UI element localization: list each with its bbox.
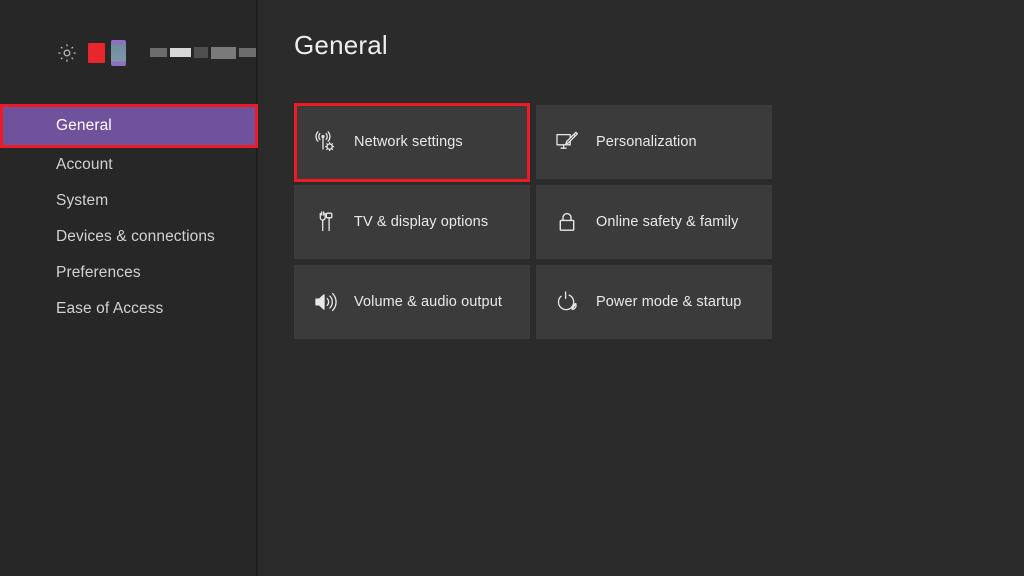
sidebar-item-devices-connections[interactable]: Devices & connections (0, 219, 256, 255)
sidebar-item-account[interactable]: Account (0, 147, 256, 183)
redacted-chip (211, 46, 236, 59)
main-content: General Network settings Personalization… (258, 0, 1024, 576)
sidebar-item-ease-of-access[interactable]: Ease of Access (0, 291, 256, 327)
av-cable-icon (312, 209, 338, 235)
sidebar-item-system[interactable]: System (0, 183, 256, 219)
tile-label: Volume & audio output (354, 294, 503, 310)
tile-power-mode-startup[interactable]: Power mode & startup (536, 265, 772, 339)
tile-label: Network settings (354, 134, 463, 150)
redacted-avatar-block (88, 42, 105, 63)
tile-online-safety-family[interactable]: Online safety & family (536, 185, 772, 259)
settings-screen: General Account System Devices & connect… (0, 0, 1024, 576)
page-title: General (294, 30, 388, 60)
tile-personalization[interactable]: Personalization (536, 105, 772, 179)
sidebar: General Account System Devices & connect… (0, 0, 258, 576)
sidebar-item-label: Account (56, 156, 113, 173)
sidebar-item-label: Devices & connections (56, 228, 215, 245)
redacted-gamertag (150, 46, 256, 59)
tile-volume-audio-output[interactable]: Volume & audio output (294, 265, 530, 339)
tile-label: Online safety & family (596, 214, 739, 230)
sidebar-item-label: System (56, 192, 109, 209)
settings-tile-grid: Network settings Personalization TV & di… (294, 105, 772, 339)
redacted-chip (150, 48, 167, 57)
sidebar-item-label: Preferences (56, 264, 141, 281)
settings-nav: General Account System Devices & connect… (0, 105, 256, 327)
monitor-pen-icon (554, 129, 580, 155)
tile-tv-display-options[interactable]: TV & display options (294, 185, 530, 259)
power-leaf-icon (554, 289, 580, 315)
tile-label: TV & display options (354, 214, 489, 230)
gear-icon (56, 42, 78, 64)
redacted-profile-picture (110, 39, 126, 66)
sidebar-item-label: General (56, 117, 112, 134)
sidebar-item-general[interactable]: General (0, 105, 256, 147)
speaker-waves-icon (312, 289, 338, 315)
lock-icon (554, 209, 580, 235)
sidebar-item-label: Ease of Access (56, 300, 164, 317)
sidebar-item-preferences[interactable]: Preferences (0, 255, 256, 291)
redacted-chip (194, 47, 208, 58)
network-tower-gear-icon (312, 129, 338, 155)
redacted-chip (239, 48, 256, 57)
tile-label: Personalization (596, 134, 697, 150)
redacted-chip (170, 48, 191, 57)
tile-network-settings[interactable]: Network settings (294, 105, 530, 179)
tile-label: Power mode & startup (596, 294, 742, 310)
account-header (0, 0, 256, 105)
